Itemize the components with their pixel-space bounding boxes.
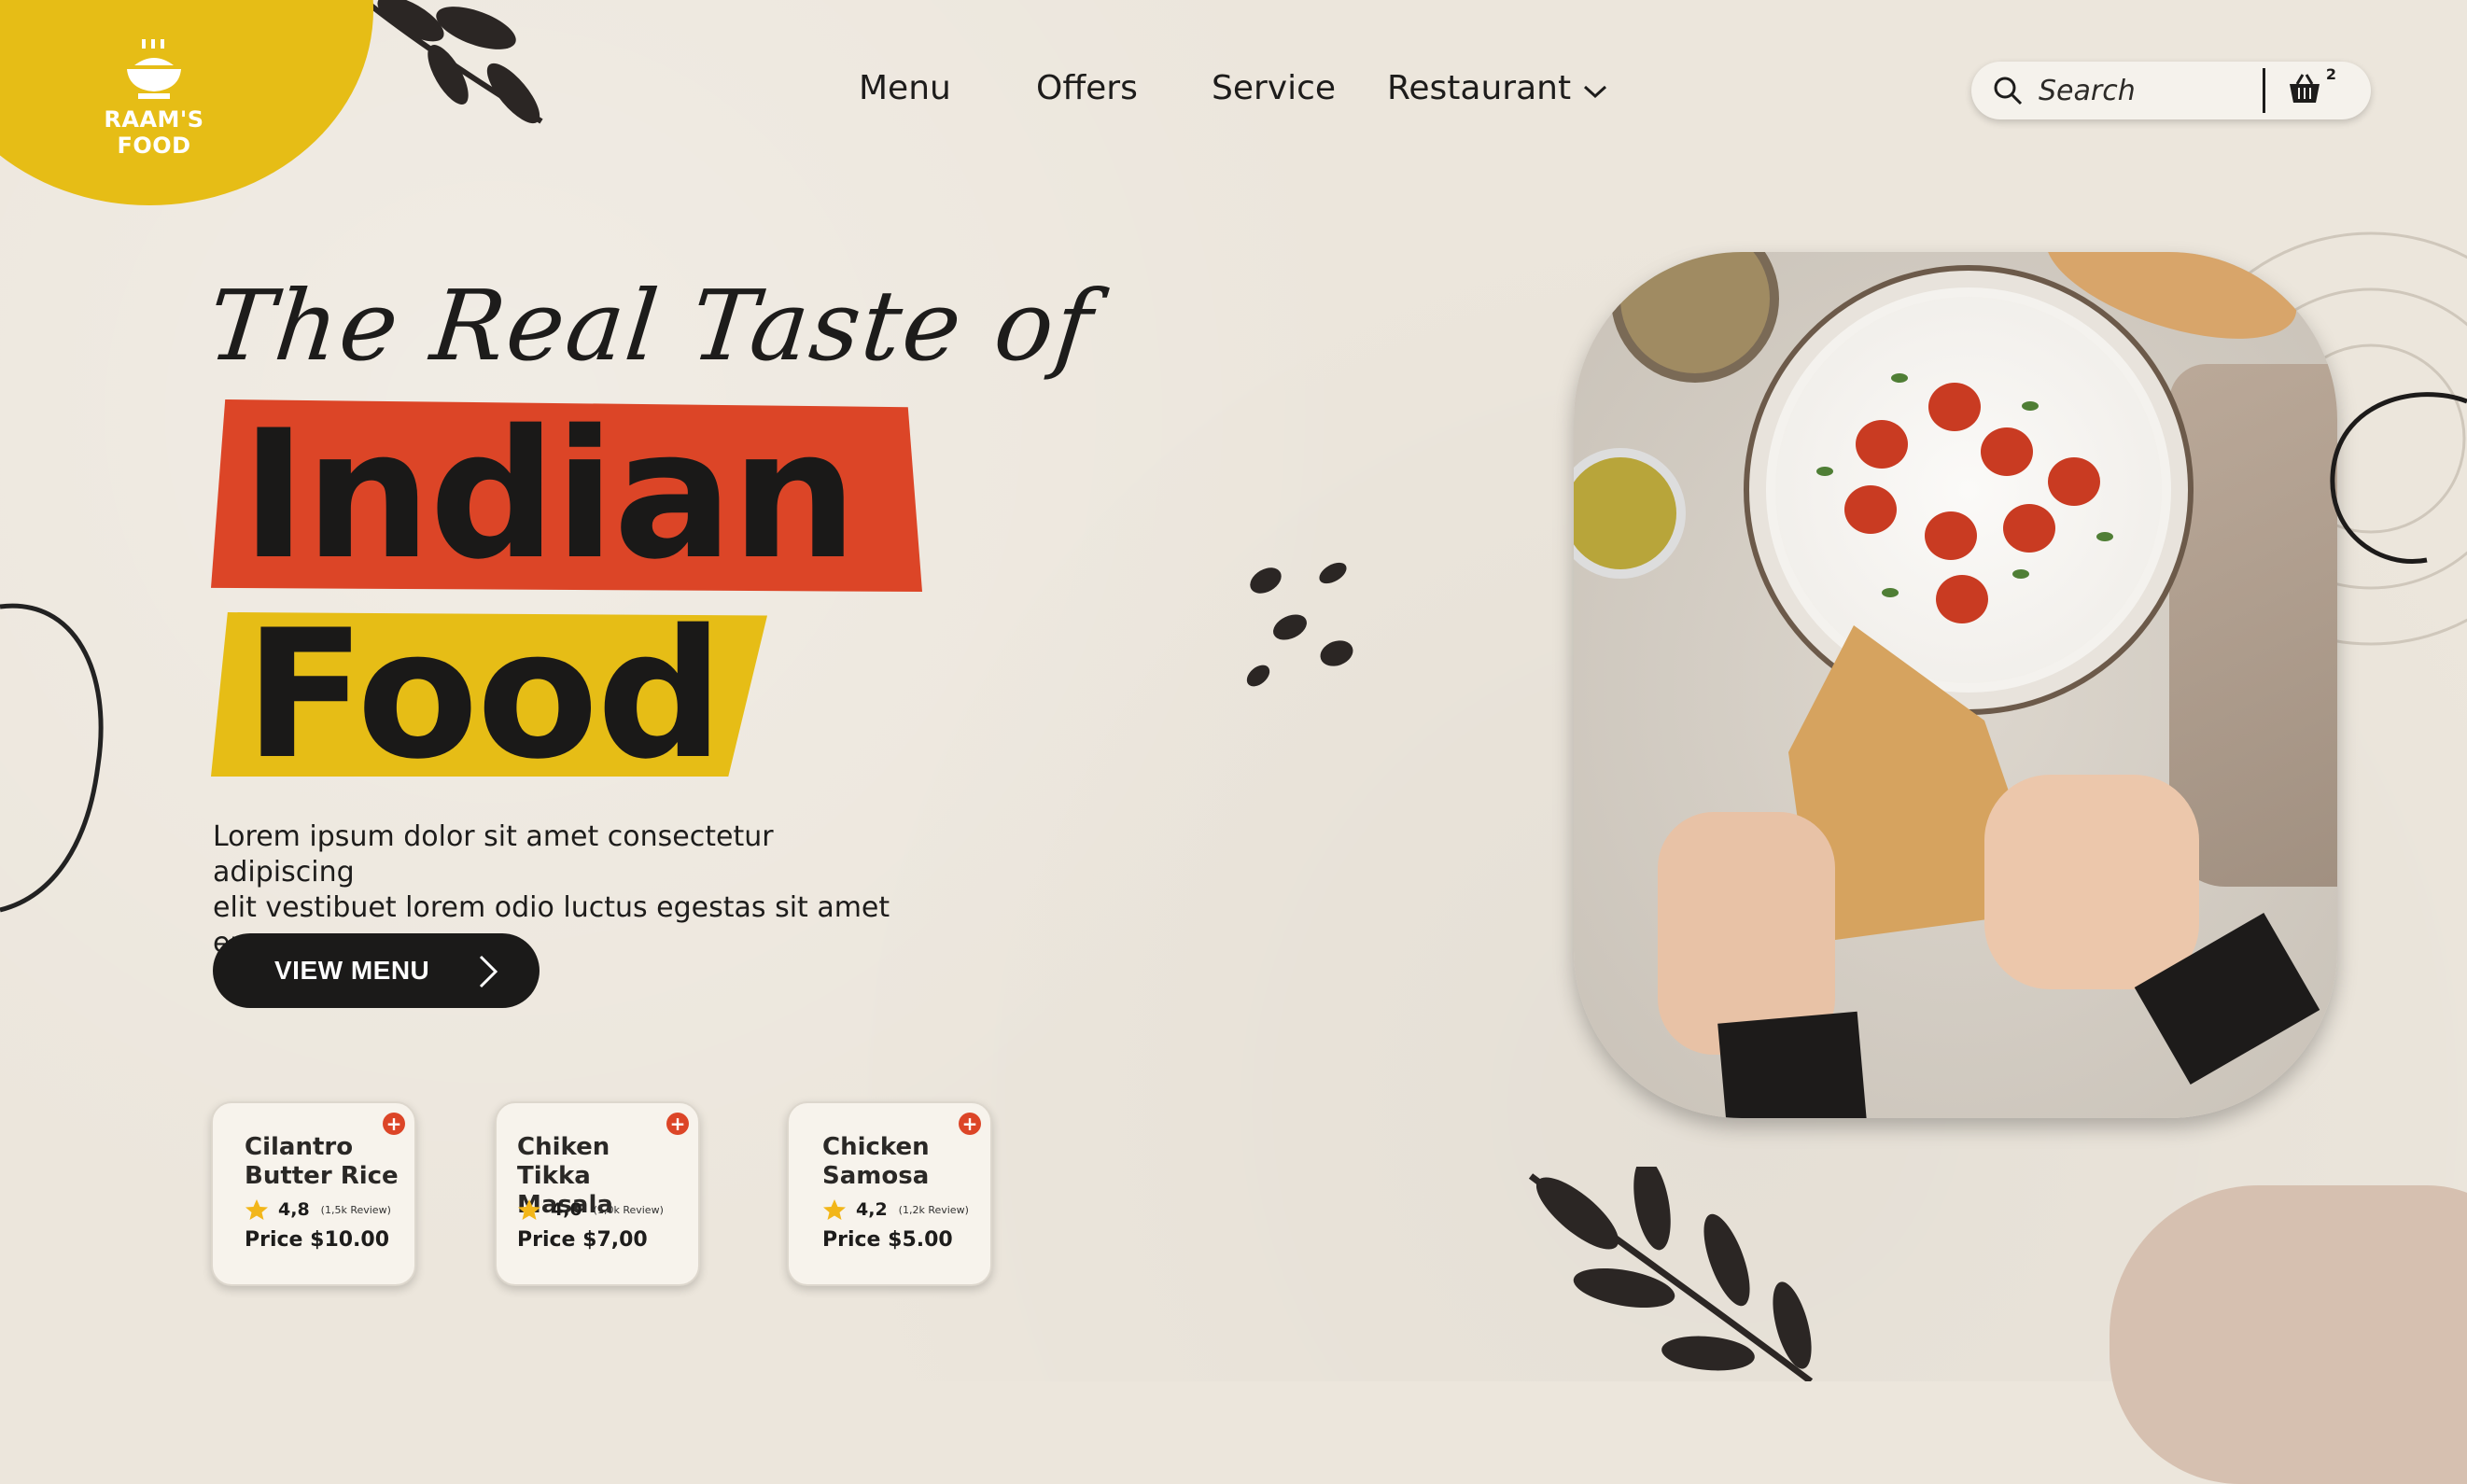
add-dish-icon[interactable]: + (666, 1113, 689, 1135)
dish-name: Chicken Samosa (822, 1133, 981, 1191)
dish-card[interactable]: + Cilantro Butter Rice 4,8 (1,5k Review)… (211, 1101, 416, 1286)
dish-review-count: (1,5k Review) (320, 1203, 391, 1216)
dish-rating: 4,8 (1,5k Review) (245, 1198, 391, 1221)
search-icon[interactable] (1992, 75, 2024, 106)
loop-outline-left-decoration (0, 603, 104, 913)
cart-button[interactable]: 2 (2286, 65, 2336, 108)
dish-name-line1: Chiken (517, 1133, 610, 1161)
basket-icon (2290, 74, 2320, 103)
nav-item-offers[interactable]: Offers (1036, 69, 1138, 107)
search-bar: 2 (1971, 62, 2371, 119)
loop-outline-right-decoration (2330, 392, 2467, 564)
nav-item-service[interactable]: Service (1212, 69, 1336, 107)
search-input[interactable] (2037, 73, 2255, 108)
leaf-branch-bottom-decoration (1528, 1167, 1814, 1381)
dish-name-line2: Butter Rice (245, 1162, 399, 1190)
dish-rating-value: 4,8 (278, 1199, 310, 1220)
nav-item-menu[interactable]: Menu (859, 69, 951, 107)
chevron-down-icon (1584, 85, 1607, 98)
nav-item-restaurant[interactable]: Restaurant (1387, 69, 1608, 107)
dish-rating-value: 4,2 (856, 1199, 888, 1220)
view-menu-button[interactable]: VIEW MENU (213, 933, 540, 1008)
hero-tagline: The Real Taste of (203, 269, 1100, 383)
view-menu-label: VIEW MENU (274, 956, 430, 985)
dish-review-count: (1,0k Review) (593, 1203, 664, 1216)
dish-card[interactable]: + Chiken Tikka Masala 4,0 (1,0k Review) … (495, 1101, 700, 1286)
dish-rating: 4,0 (1,0k Review) (517, 1198, 664, 1221)
dish-name-line1: Chicken (822, 1133, 930, 1161)
dish-price: Price $7,00 (517, 1228, 648, 1252)
dish-rating-value: 4,0 (551, 1199, 582, 1220)
chevron-right-icon (479, 955, 498, 988)
hero-description-line1: Lorem ipsum dolor sit amet consectetur a… (213, 820, 774, 889)
dish-name-line1: Cilantro (245, 1133, 354, 1161)
beige-blob-decoration (2110, 1185, 2467, 1484)
brand-logo[interactable]: RAAM'S FOOD (65, 37, 243, 159)
star-icon (823, 1199, 846, 1220)
star-icon (245, 1199, 268, 1220)
dish-name: Cilantro Butter Rice (245, 1133, 403, 1191)
brand-name: RAAM'S FOOD (104, 106, 204, 159)
cart-count-badge: 2 (2325, 65, 2336, 83)
dish-name-line2: Samosa (822, 1162, 930, 1190)
hero-title-line1: Indian (241, 392, 858, 598)
add-dish-icon[interactable]: + (959, 1113, 981, 1135)
food-bowl-icon (127, 39, 181, 99)
leaf-branch-top-decoration (362, 0, 543, 124)
seed-dots-decoration (1246, 562, 1353, 687)
dish-price: Price $10.00 (245, 1228, 390, 1252)
search-divider (2263, 68, 2265, 113)
hero-title-line2: Food (245, 592, 723, 798)
dish-card[interactable]: + Chicken Samosa 4,2 (1,2k Review) Price… (787, 1101, 992, 1286)
dish-rating: 4,2 (1,2k Review) (822, 1198, 969, 1221)
add-dish-icon[interactable]: + (383, 1113, 405, 1135)
dish-review-count: (1,2k Review) (898, 1203, 969, 1216)
star-icon (518, 1199, 540, 1220)
dish-price: Price $5.00 (822, 1228, 953, 1252)
nav-item-restaurant-label: Restaurant (1387, 69, 1572, 107)
hero-food-image (1574, 252, 2337, 1118)
